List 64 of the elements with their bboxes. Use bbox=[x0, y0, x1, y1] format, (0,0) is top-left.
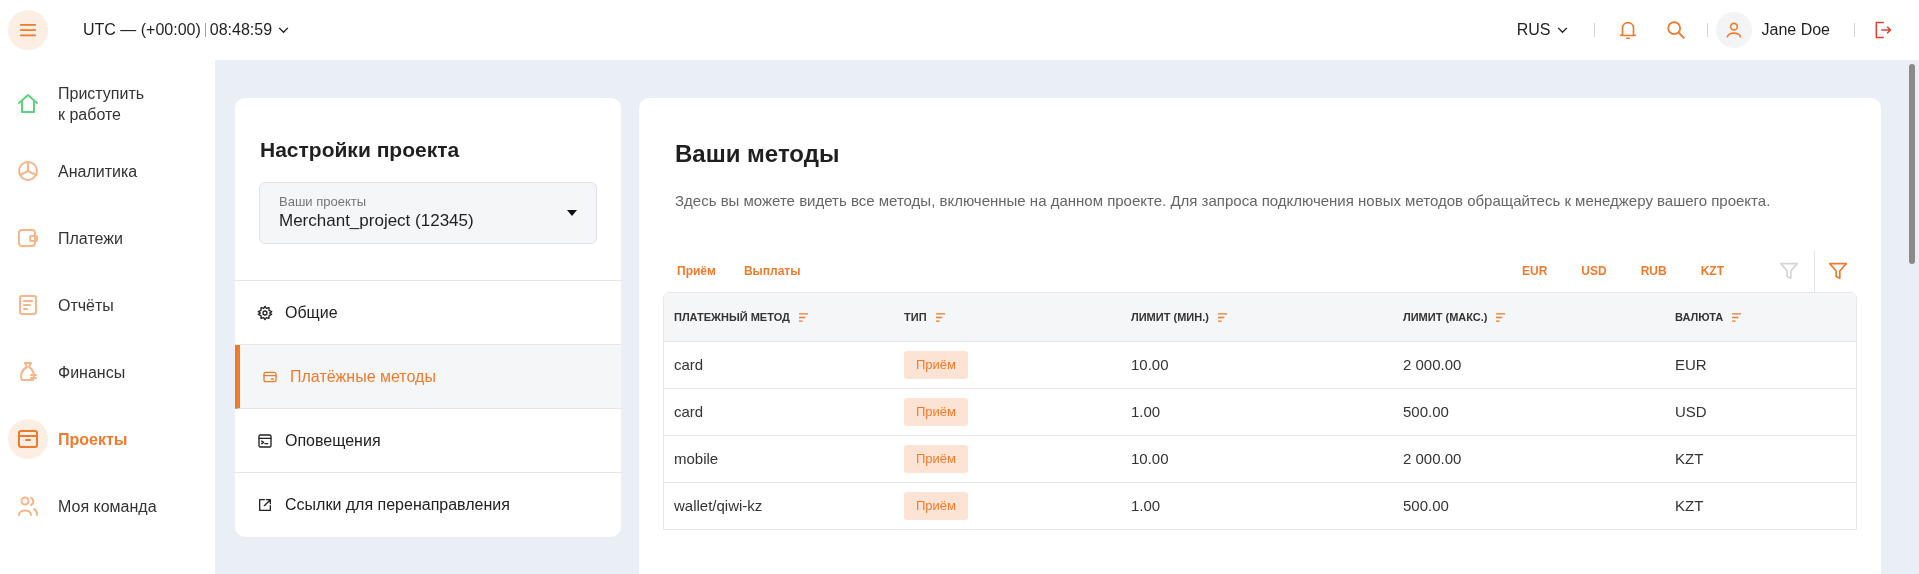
user-icon bbox=[1723, 20, 1744, 40]
pie-chart-icon bbox=[16, 159, 40, 183]
type-tag: Приём bbox=[904, 492, 968, 520]
table-cell: mobile bbox=[674, 450, 719, 467]
settings-menu-item[interactable]: Ссылки для перенаправления bbox=[235, 473, 621, 537]
scrollbar-thumb[interactable] bbox=[1909, 64, 1915, 264]
logout-icon[interactable] bbox=[1873, 20, 1893, 40]
chevron-down-icon bbox=[278, 26, 290, 34]
chevron-down-icon bbox=[1556, 26, 1568, 34]
wallet-icon bbox=[16, 226, 40, 250]
table-cell: card bbox=[674, 356, 704, 373]
menu-button[interactable] bbox=[8, 10, 48, 50]
type-tag: Приём bbox=[904, 398, 968, 426]
type-tag: Приём bbox=[904, 445, 968, 473]
sort-icon[interactable] bbox=[797, 312, 809, 322]
select-value: Merchant_project (12345) bbox=[279, 210, 475, 232]
sort-icon[interactable] bbox=[1216, 312, 1228, 322]
time-dropdown[interactable]: 08:48:59 bbox=[209, 18, 290, 42]
methods-description: Здесь вы можете видеть все методы, включенные на данном проекте. Для запроса подключения новых методов обращайтесь к менеджеру вашего проекта. bbox=[675, 191, 1772, 211]
table-cell: EUR bbox=[1675, 356, 1707, 373]
sidebar-item[interactable]: Финансы bbox=[0, 352, 215, 392]
table-cell: 10.00 bbox=[1131, 356, 1169, 373]
home-icon bbox=[16, 92, 40, 116]
type-tag: Приём bbox=[904, 351, 968, 379]
table-cell: 500.00 bbox=[1403, 403, 1449, 420]
external-link-icon bbox=[257, 497, 273, 513]
settings-title: Настройки проекта bbox=[260, 137, 461, 162]
table-cell: 500.00 bbox=[1403, 497, 1449, 514]
archive-box-icon bbox=[16, 427, 40, 451]
project-select[interactable]: Ваши проекты Merchant_project (12345) bbox=[259, 182, 597, 244]
sidebar-item[interactable]: Моя команда bbox=[0, 486, 215, 526]
table-cell: 1.00 bbox=[1131, 403, 1161, 420]
sidebar-item[interactable]: Отчёты bbox=[0, 285, 215, 325]
table-cell: KZT bbox=[1675, 497, 1704, 514]
filter-icon[interactable] bbox=[1778, 260, 1800, 282]
terminal-icon bbox=[257, 432, 273, 449]
methods-title: Ваши методы bbox=[675, 139, 841, 168]
settings-icon bbox=[257, 304, 273, 321]
table-cell: 2 000.00 bbox=[1403, 450, 1462, 467]
table-cell: 1.00 bbox=[1131, 497, 1161, 514]
search-icon[interactable] bbox=[1664, 19, 1687, 41]
sidebar-item[interactable]: Платежи bbox=[0, 218, 215, 258]
sidebar-item[interactable]: Приступить к работе bbox=[0, 84, 215, 124]
document-icon bbox=[16, 293, 40, 317]
sort-icon[interactable] bbox=[934, 312, 946, 322]
sort-icon[interactable] bbox=[1731, 312, 1743, 322]
table-cell: card bbox=[674, 403, 704, 420]
table-cell: 10.00 bbox=[1131, 450, 1169, 467]
user-name[interactable]: Jane Doe bbox=[1761, 18, 1830, 42]
people-icon bbox=[16, 494, 40, 518]
sidebar-item[interactable]: Аналитика bbox=[0, 151, 215, 191]
language-dropdown[interactable]: RUS bbox=[1516, 18, 1568, 42]
settings-menu-item[interactable]: Оповещения bbox=[235, 409, 621, 473]
dropdown-arrow-icon bbox=[567, 210, 577, 216]
table-cell: KZT bbox=[1675, 450, 1704, 467]
table-cell: wallet/qiwi-kz bbox=[674, 497, 763, 514]
sort-icon[interactable] bbox=[1495, 312, 1507, 322]
user-avatar[interactable] bbox=[1715, 12, 1752, 48]
select-label: Ваши проекты bbox=[279, 194, 368, 210]
menu-icon bbox=[19, 23, 37, 37]
timezone-label: UTC — (+00:00) bbox=[83, 20, 201, 40]
table-cell: 2 000.00 bbox=[1403, 356, 1462, 373]
table-cell: USD bbox=[1675, 403, 1707, 420]
filter-icon[interactable] bbox=[1827, 260, 1849, 282]
